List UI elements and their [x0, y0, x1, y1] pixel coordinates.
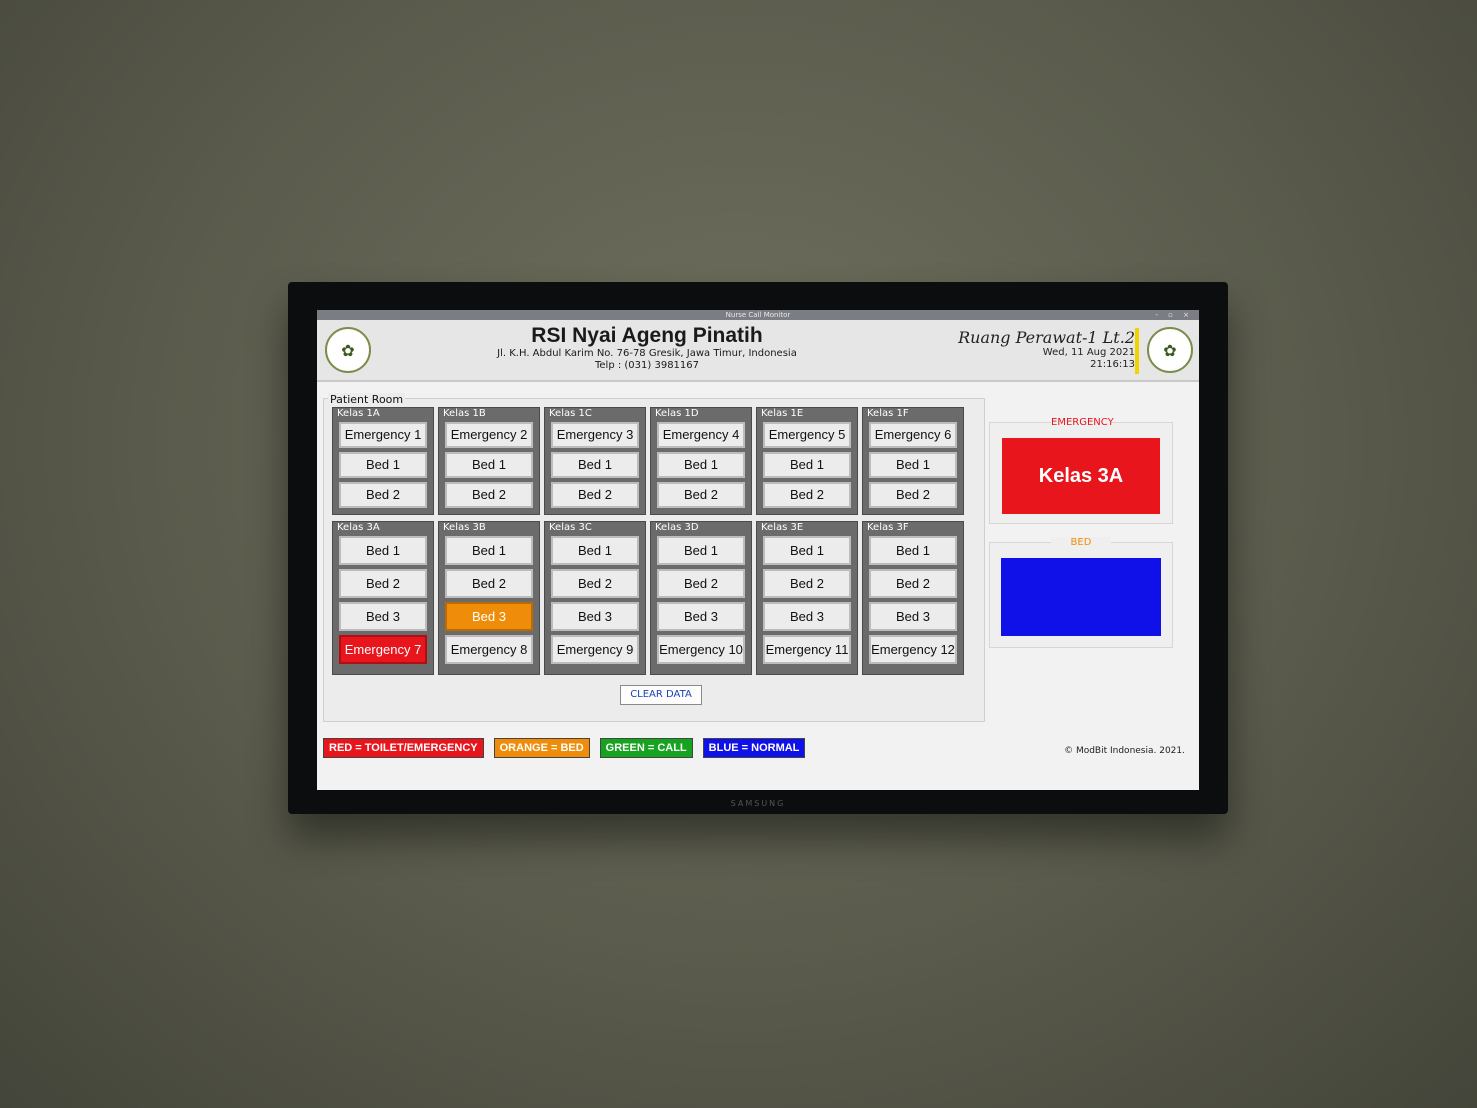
room-group-label: Kelas 3F [867, 522, 909, 533]
bed-button[interactable]: Bed 2 [551, 569, 639, 598]
hospital-name: RSI Nyai Ageng Pinatih [531, 324, 763, 347]
clear-data-button[interactable]: CLEAR DATA [620, 685, 702, 705]
bed-button[interactable]: Bed 2 [445, 569, 533, 598]
bed-button[interactable]: Bed 1 [869, 536, 957, 565]
bed-button[interactable]: Bed 2 [551, 482, 639, 508]
monitor: Nurse Call Monitor - ▫ × ✿ RSI Nyai Agen… [288, 282, 1228, 814]
bed-button[interactable]: Bed 1 [657, 536, 745, 565]
room-group-kelas-3b: Kelas 3B Bed 1 Bed 2 Bed 3 Emergency 8 [438, 521, 540, 675]
room-group-kelas-1d: Kelas 1D Emergency 4 Bed 1 Bed 2 [650, 407, 752, 515]
room-group-kelas-3a: Kelas 3A Bed 1 Bed 2 Bed 3 Emergency 7 [332, 521, 434, 675]
room-group-kelas-1c: Kelas 1C Emergency 3 Bed 1 Bed 2 [544, 407, 646, 515]
patient-room-label: Patient Room [328, 393, 406, 406]
bed-button[interactable]: Bed 3 [869, 602, 957, 631]
room-group-label: Kelas 1B [443, 408, 486, 419]
bed-button[interactable]: Bed 2 [657, 569, 745, 598]
secondary-logo-icon: ✿ [1147, 327, 1193, 373]
room-group-label: Kelas 3E [761, 522, 804, 533]
bed-button[interactable]: Bed 1 [551, 536, 639, 565]
emergency-panel-title: EMERGENCY [1051, 417, 1114, 428]
legend-item: ORANGE = BED [493, 738, 590, 758]
window-title: Nurse Call Monitor [725, 311, 791, 319]
bed-button[interactable]: Bed 2 [869, 482, 957, 508]
emergency-button[interactable]: Emergency 4 [657, 422, 745, 448]
room-group-kelas-1e: Kelas 1E Emergency 5 Bed 1 Bed 2 [756, 407, 858, 515]
bed-button[interactable]: Bed 1 [763, 536, 851, 565]
bed-button[interactable]: Bed 3 [551, 602, 639, 631]
bed-button[interactable]: Bed 1 [657, 452, 745, 478]
current-date: Wed, 11 Aug 2021 [1042, 347, 1135, 358]
emergency-button[interactable]: Emergency 3 [551, 422, 639, 448]
emergency-button[interactable]: Emergency 1 [339, 422, 427, 448]
copyright: © ModBit Indonesia. 2021. [1064, 746, 1185, 756]
legend-item: GREEN = CALL [599, 738, 693, 758]
emergency-display: Kelas 3A [1002, 438, 1160, 514]
room-group-label: Kelas 1C [549, 408, 592, 419]
room-name: Ruang Perawat-1 Lt.2 [958, 328, 1135, 347]
bed-button[interactable]: Bed 3 [763, 602, 851, 631]
bed-display [1001, 558, 1161, 636]
bed-button[interactable]: Bed 2 [339, 482, 427, 508]
bed-button[interactable]: Bed 1 [445, 536, 533, 565]
room-group-kelas-3e: Kelas 3E Bed 1 Bed 2 Bed 3 Emergency 11 [756, 521, 858, 675]
bed-button[interactable]: Bed 3 [445, 602, 533, 631]
room-group-label: Kelas 1E [761, 408, 804, 419]
bed-button[interactable]: Bed 2 [339, 569, 427, 598]
room-group-kelas-1a: Kelas 1A Emergency 1 Bed 1 Bed 2 [332, 407, 434, 515]
bed-button[interactable]: Bed 3 [657, 602, 745, 631]
emergency-button[interactable]: Emergency 2 [445, 422, 533, 448]
bed-button[interactable]: Bed 1 [445, 452, 533, 478]
room-group-kelas-1f: Kelas 1F Emergency 6 Bed 1 Bed 2 [862, 407, 964, 515]
legend-item: RED = TOILET/EMERGENCY [323, 738, 484, 758]
emergency-panel: EMERGENCY Kelas 3A [989, 417, 1173, 524]
app-header: ✿ RSI Nyai Ageng Pinatih Jl. K.H. Abdul … [317, 320, 1199, 382]
current-time: 21:16:13 [1090, 359, 1135, 370]
tv-brand: SAMSUNG [730, 799, 786, 808]
hospital-info: RSI Nyai Ageng Pinatih Jl. K.H. Abdul Ka… [467, 324, 827, 372]
room-group-label: Kelas 3D [655, 522, 699, 533]
room-group-label: Kelas 3C [549, 522, 592, 533]
bed-button[interactable]: Bed 3 [339, 602, 427, 631]
bed-button[interactable]: Bed 2 [657, 482, 745, 508]
room-group-label: Kelas 1A [337, 408, 380, 419]
color-legend: RED = TOILET/EMERGENCY ORANGE = BED GREEN … [323, 738, 806, 758]
header-accent-bar [1135, 328, 1139, 374]
emergency-button[interactable]: Emergency 9 [551, 635, 639, 664]
emergency-button[interactable]: Emergency 5 [763, 422, 851, 448]
emergency-button[interactable]: Emergency 12 [869, 635, 957, 664]
nurse-call-screen: Nurse Call Monitor - ▫ × ✿ RSI Nyai Agen… [317, 310, 1199, 790]
hospital-telp: Telp : (031) 3981167 [594, 360, 700, 371]
room-group-label: Kelas 1F [867, 408, 909, 419]
emergency-button[interactable]: Emergency 7 [339, 635, 427, 664]
bed-button[interactable]: Bed 2 [763, 482, 851, 508]
emergency-button[interactable]: Emergency 6 [869, 422, 957, 448]
emergency-button[interactable]: Emergency 11 [763, 635, 851, 664]
bed-button[interactable]: Bed 1 [763, 452, 851, 478]
room-group-label: Kelas 3B [443, 522, 486, 533]
patient-room-panel: Patient Room Kelas 1A Emergency 1 Bed 1 Bed… [323, 393, 985, 722]
bed-button[interactable]: Bed 2 [763, 569, 851, 598]
room-group-label: Kelas 1D [655, 408, 699, 419]
window-controls[interactable]: - ▫ × [1155, 310, 1193, 320]
room-group-kelas-3d: Kelas 3D Bed 1 Bed 2 Bed 3 Emergency 10 [650, 521, 752, 675]
bed-button[interactable]: Bed 2 [869, 569, 957, 598]
bed-button[interactable]: Bed 1 [551, 452, 639, 478]
room-group-kelas-1b: Kelas 1B Emergency 2 Bed 1 Bed 2 [438, 407, 540, 515]
hospital-logo-icon: ✿ [325, 327, 371, 373]
hospital-address: Jl. K.H. Abdul Karim No. 76-78 Gresik, J… [497, 348, 797, 359]
bed-button[interactable]: Bed 1 [869, 452, 957, 478]
room-group-kelas-3f: Kelas 3F Bed 1 Bed 2 Bed 3 Emergency 12 [862, 521, 964, 675]
bed-panel: BED [989, 537, 1173, 648]
bed-panel-title: BED [1051, 537, 1111, 548]
room-group-kelas-3c: Kelas 3C Bed 1 Bed 2 Bed 3 Emergency 9 [544, 521, 646, 675]
room-group-label: Kelas 3A [337, 522, 380, 533]
room-info: Ruang Perawat-1 Lt.2 Wed, 11 Aug 2021 21… [958, 328, 1135, 371]
legend-item: BLUE = NORMAL [702, 738, 806, 758]
emergency-button[interactable]: Emergency 8 [445, 635, 533, 664]
bed-button[interactable]: Bed 1 [339, 536, 427, 565]
emergency-button[interactable]: Emergency 10 [657, 635, 745, 664]
bed-button[interactable]: Bed 2 [445, 482, 533, 508]
bed-button[interactable]: Bed 1 [339, 452, 427, 478]
window-titlebar: Nurse Call Monitor - ▫ × [317, 310, 1199, 320]
